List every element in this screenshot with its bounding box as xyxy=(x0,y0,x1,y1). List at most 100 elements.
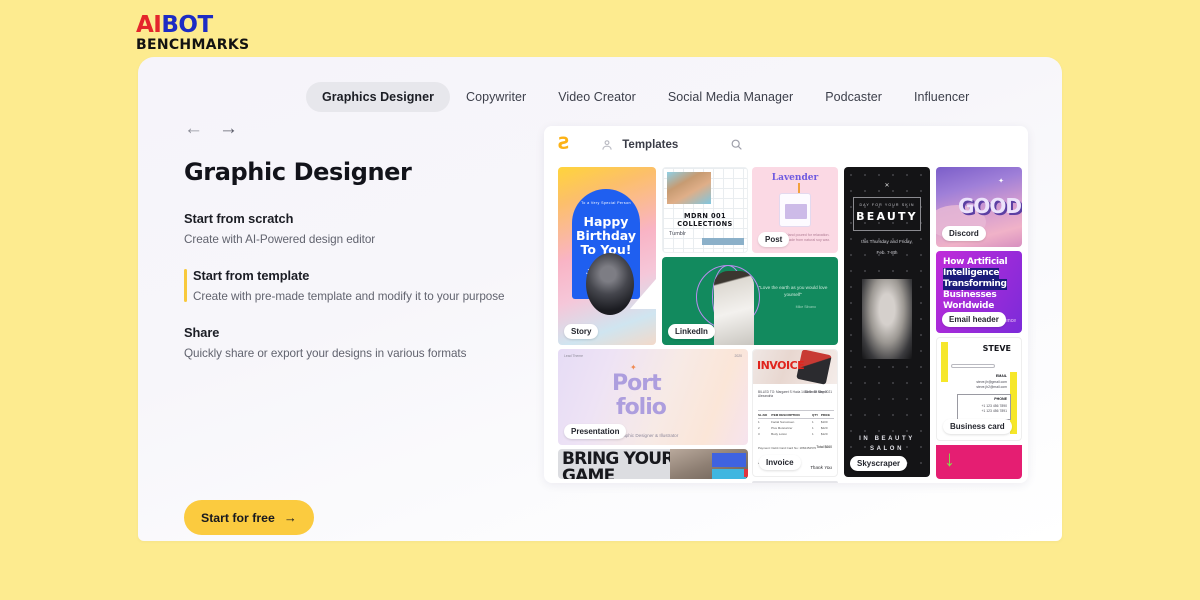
invoice-date: Date: 23 May 2021 xyxy=(805,390,832,394)
tab-influencer[interactable]: Influencer xyxy=(898,82,985,112)
email-line4: Businesses xyxy=(943,290,997,300)
linkedin-quote: "Love the earth as you would love yourse… xyxy=(758,285,828,297)
template-card-partial[interactable] xyxy=(752,481,838,483)
template-card-tumblr[interactable]: MDRN 001 COLLECTIONS Tumblr xyxy=(662,167,748,253)
accent-bar-left xyxy=(941,342,948,382)
cell: 3 xyxy=(758,432,760,436)
biz-name: STEVE xyxy=(982,344,1011,353)
feature-description: Create with pre-made template and modify… xyxy=(193,290,505,303)
template-card-skyscraper[interactable]: ✕ DAY FOR YOUR SKIN BEAUTY this Thursday… xyxy=(844,167,930,477)
tumblr-line2: COLLECTIONS xyxy=(677,220,733,228)
template-grid: To a Very Special Person Happy Birthday … xyxy=(544,163,1028,483)
candle-label xyxy=(785,204,807,219)
page-root: AIBOT BENCHMARKS Graphics Designer Copyw… xyxy=(0,0,1200,600)
discord-text: GOOD xyxy=(958,194,1022,218)
arrow-right-icon[interactable]: → xyxy=(219,119,238,138)
invoice-thanks: Thank You xyxy=(810,465,832,470)
cell: $120 xyxy=(820,432,828,436)
cell: 1 xyxy=(812,432,814,436)
email-line2: Intelligence xyxy=(943,268,1000,279)
story-line1: Happy xyxy=(583,214,629,229)
arrow-left-icon[interactable]: ← xyxy=(184,119,203,138)
invoice-total-value: $660 xyxy=(824,444,832,449)
template-card-post[interactable]: Lavender Hand poured for relaxation. Mad… xyxy=(752,167,838,253)
tab-graphics-designer[interactable]: Graphics Designer xyxy=(306,82,451,112)
col-price: PRICE xyxy=(820,410,834,419)
template-card-linkedin[interactable]: "Love the earth as you would love yourse… xyxy=(662,257,838,345)
start-for-free-button[interactable]: Start for free → xyxy=(184,500,314,535)
story-headline: Happy Birthday To You! xyxy=(572,215,640,257)
template-card-discord[interactable]: ✦ GOOD Discord xyxy=(936,167,1022,247)
tab-video-creator[interactable]: Video Creator xyxy=(542,82,652,112)
feature-title: Start from scratch xyxy=(184,211,294,226)
template-gallery-panel: Ƨ Templates To a Very Special Person Hap… xyxy=(544,126,1028,483)
templates-nav-item[interactable]: Templates xyxy=(600,138,678,152)
sky-headline: BEAUTY xyxy=(856,210,918,223)
template-badge: Presentation xyxy=(564,424,627,439)
search-icon[interactable] xyxy=(730,138,743,151)
story-kicker: To a Very Special Person xyxy=(581,201,631,205)
table-header-row: SL.NO ITEM DESCRIPTION QTY PRICE xyxy=(758,410,834,419)
tab-social-media-manager[interactable]: Social Media Manager xyxy=(652,82,809,112)
game-headline: BRING YOUR GAME xyxy=(562,451,674,480)
invoice-word: INVOICE xyxy=(757,359,805,372)
candle-jar xyxy=(779,193,811,227)
template-badge: Story xyxy=(564,324,599,339)
feature-share[interactable]: Share Quickly share or export your desig… xyxy=(184,325,534,360)
cell: Body Lotion xyxy=(771,432,787,436)
sparkle-icon: ✦ xyxy=(998,178,1004,185)
invoice-total-label: Total xyxy=(816,444,824,449)
brand-bot-text: BOT xyxy=(161,12,213,38)
feature-title: Share xyxy=(184,325,220,340)
tumblr-line1: MDRN 001 xyxy=(684,212,726,220)
main-card: Graphics Designer Copywriter Video Creat… xyxy=(138,57,1062,541)
sky-date2: Feb. 7-8th xyxy=(876,250,898,255)
biz-phone-label: PHONE xyxy=(994,397,1007,401)
email-line3: Transforming xyxy=(943,279,1007,290)
cta-label: Start for free xyxy=(201,510,275,525)
template-card-business-card[interactable]: STEVE EMAIL steve.jh@gmail.com steve.jh2… xyxy=(936,337,1022,441)
template-badge: LinkedIn xyxy=(668,324,715,339)
tab-copywriter[interactable]: Copywriter xyxy=(450,82,542,112)
page-title: Graphic Designer xyxy=(184,158,412,186)
template-card-email-header[interactable]: How Artificial Intelligence Transforming… xyxy=(936,251,1022,333)
feature-start-from-template[interactable]: Start from template Create with pre-made… xyxy=(184,268,534,303)
tab-podcaster[interactable]: Podcaster xyxy=(809,82,898,112)
feature-title: Start from template xyxy=(193,268,310,283)
sky-headline-box: DAY FOR YOUR SKIN BEAUTY xyxy=(853,197,921,231)
feature-description: Create with AI-Powered design editor xyxy=(184,233,376,246)
left-pane: ← → Graphic Designer Start from scratch … xyxy=(184,119,534,382)
game-accent-blue xyxy=(712,453,746,467)
pres-subtitle: Graphic Designer & Illustrator xyxy=(618,433,679,438)
template-card-game[interactable]: BRING YOUR GAME xyxy=(558,449,748,479)
template-badge: Discord xyxy=(942,226,986,241)
pres-top-left: Lead Theme xyxy=(564,354,583,358)
nav-arrows: ← → xyxy=(184,119,534,138)
feature-start-from-scratch[interactable]: Start from scratch Create with AI-Powere… xyxy=(184,211,534,246)
biz-email-label: EMAIL xyxy=(995,374,1007,378)
game-line2: GAME xyxy=(562,466,615,480)
template-badge: Skyscraper xyxy=(850,456,908,471)
template-card-presentation[interactable]: Lead Theme 2020 ✦ Port folio Graphic Des… xyxy=(558,349,748,445)
biz-email2: steve.jh2@mail.com xyxy=(976,385,1007,389)
feature-description: Quickly share or export your designs in … xyxy=(184,347,467,360)
template-card-pink[interactable]: ↓ xyxy=(936,445,1022,479)
brand-logo: AIBOT BENCHMARKS xyxy=(136,14,249,53)
arrow-right-icon: → xyxy=(283,510,297,525)
pres-word1: Port xyxy=(612,371,662,396)
sky-kicker: DAY FOR YOUR SKIN xyxy=(859,203,915,207)
arrow-down-icon: ↓ xyxy=(944,446,955,471)
tumblr-photo xyxy=(667,172,711,204)
story-line2: Birthday xyxy=(576,228,636,243)
bolt-icon[interactable]: Ƨ xyxy=(558,136,570,153)
email-line5: Worldwide xyxy=(943,301,995,311)
brand-ai-text: AI xyxy=(136,12,162,38)
pres-word2: folio xyxy=(616,395,667,420)
biz-divider xyxy=(951,364,995,368)
col-slno: SL.NO xyxy=(758,410,772,419)
sky-mark-icon: ✕ xyxy=(884,183,890,189)
brand-logo-top: AIBOT xyxy=(136,14,249,37)
invoice-totals: Total $660 xyxy=(816,445,832,451)
template-card-story[interactable]: To a Very Special Person Happy Birthday … xyxy=(558,167,656,345)
template-card-invoice[interactable]: INVOICE BILLED TO: Margaret S Huda 1456 … xyxy=(752,349,838,477)
